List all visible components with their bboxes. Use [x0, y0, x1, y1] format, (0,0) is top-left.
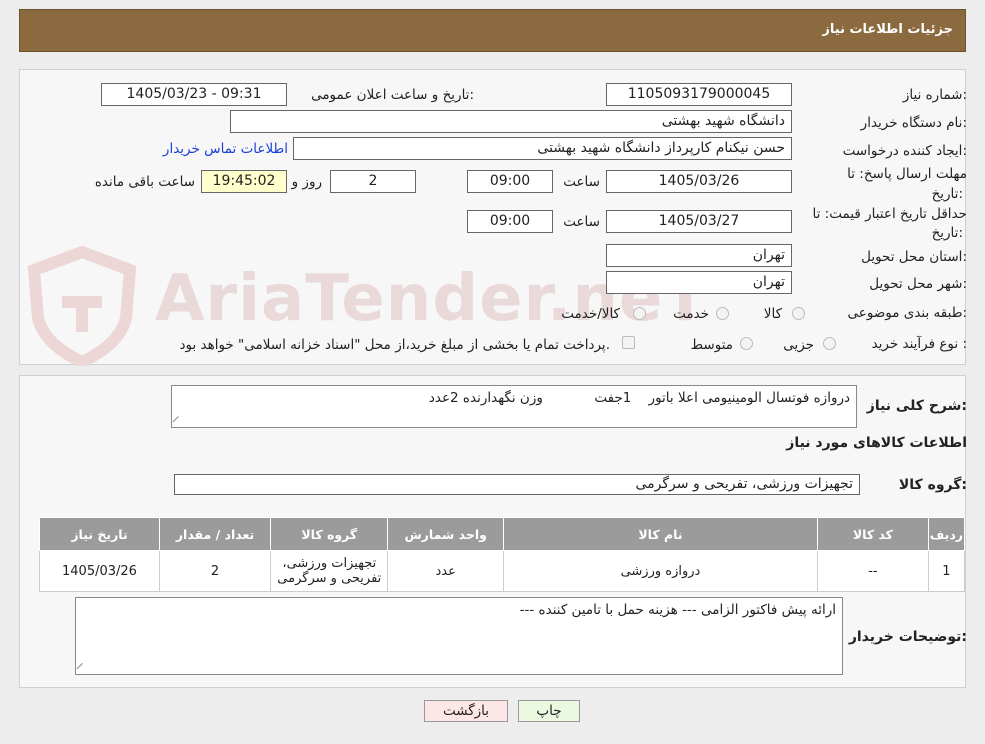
col-need-date: تاریخ نیاز: [39, 517, 160, 551]
watermark-shield-icon: [27, 246, 137, 366]
cell-code: --: [817, 550, 929, 592]
treasury-payment-checkbox[interactable]: [622, 336, 635, 349]
announce-datetime-label: تاریخ و ساعت اعلان عمومی:: [311, 87, 474, 103]
creator-field[interactable]: حسن نیکنام کارپرداز دانشگاه شهید بهشتی: [293, 137, 792, 160]
buyer-notes-text: ارائه پیش فاکتور الزامی --- هزینه حمل با…: [519, 602, 836, 618]
summary-label: شرح کلی نیاز:: [866, 398, 967, 414]
price-validity-time-label: ساعت: [563, 214, 600, 230]
cell-name: دروازه ورزشی: [502, 550, 819, 592]
category-goods-service-label: کالا/خدمت: [561, 306, 620, 322]
goods-info-title: اطلاعات کالاهای مورد نیاز: [786, 435, 967, 451]
process-medium-label: متوسط: [690, 337, 733, 353]
summary-textarea[interactable]: دروازه فوتسال الومینیومی اعلا باتور 1جفت…: [171, 385, 857, 429]
creator-label: ایجاد کننده درخواست:: [842, 143, 967, 159]
price-validity-label-2: تاریخ:: [931, 225, 963, 241]
days-label: روز و: [291, 174, 322, 190]
need-number-field[interactable]: 1105093179000045: [606, 83, 792, 106]
reply-time-field[interactable]: 09:00: [467, 170, 553, 193]
days-remaining-field[interactable]: 2: [330, 170, 416, 193]
process-medium-radio[interactable]: [740, 337, 753, 350]
process-minor-radio[interactable]: [823, 337, 836, 350]
goods-group-field[interactable]: تجهیزات ورزشی، تفریحی و سرگرمی: [174, 474, 860, 495]
cell-unit: عدد: [387, 550, 504, 592]
resize-handle-icon[interactable]: [76, 662, 89, 676]
col-unit: واحد شمارش: [387, 517, 504, 551]
need-number-label: شماره نیاز:: [902, 87, 967, 103]
buyer-notes-label: توضیحات خریدار:: [848, 629, 967, 645]
col-row: ردیف: [927, 517, 966, 551]
buyer-contact-link[interactable]: اطلاعات تماس خریدار: [163, 141, 288, 157]
items-table: ردیف کد کالا نام کالا واحد شمارش گروه کا…: [39, 517, 966, 592]
province-label: استان محل تحویل:: [861, 249, 967, 265]
col-code: کد کالا: [817, 517, 929, 551]
province-field[interactable]: تهران: [606, 244, 792, 267]
category-label: طبقه بندی موضوعی:: [847, 305, 967, 321]
col-name: نام کالا: [502, 517, 819, 551]
reply-deadline-label: مهلت ارسال پاسخ: تا: [847, 166, 967, 182]
cell-need-date: 1405/03/26: [39, 550, 160, 592]
reply-deadline-label-2: تاریخ:: [931, 186, 963, 202]
treasury-payment-note: پرداخت تمام یا بخشی از مبلغ خرید،از محل …: [179, 337, 610, 353]
table-header-row: ردیف کد کالا نام کالا واحد شمارش گروه کا…: [39, 517, 966, 551]
col-quantity: تعداد / مقدار: [158, 517, 272, 551]
category-goods-service-radio[interactable]: [633, 307, 646, 320]
remaining-time-label: ساعت باقی مانده: [94, 174, 195, 190]
category-goods-radio[interactable]: [792, 307, 805, 320]
buyer-notes-textarea[interactable]: ارائه پیش فاکتور الزامی --- هزینه حمل با…: [75, 597, 843, 676]
cell-row: 1: [927, 550, 966, 592]
buyer-org-field[interactable]: دانشگاه شهید بهشتی: [230, 110, 792, 133]
price-validity-time-field[interactable]: 09:00: [467, 210, 553, 233]
print-button[interactable]: چاپ: [518, 700, 580, 722]
resize-handle-icon[interactable]: [172, 415, 185, 429]
category-service-label: خدمت: [673, 306, 709, 322]
city-field[interactable]: تهران: [606, 271, 792, 294]
reply-time-label: ساعت: [563, 174, 600, 190]
col-group: گروه کالا: [270, 517, 389, 551]
back-button[interactable]: بازگشت: [424, 700, 508, 722]
summary-text: دروازه فوتسال الومینیومی اعلا باتور 1جفت…: [428, 390, 850, 406]
buyer-org-label: نام دستگاه خریدار:: [860, 115, 967, 131]
category-goods-label: کالا: [763, 306, 782, 322]
announce-datetime-field[interactable]: 1405/03/23 - 09:31: [101, 83, 287, 106]
price-validity-label: حداقل تاریخ اعتبار قیمت: تا: [812, 206, 967, 222]
city-label: شهر محل تحویل:: [869, 276, 967, 292]
page-title: جزئیات اطلاعات نیاز: [822, 22, 953, 37]
category-service-radio[interactable]: [716, 307, 729, 320]
remaining-time-field: 19:45:02: [201, 170, 287, 193]
goods-group-label: گروه کالا:: [898, 477, 967, 493]
reply-date-field[interactable]: 1405/03/26: [606, 170, 792, 193]
cell-quantity: 2: [158, 550, 272, 592]
page-header: جزئیات اطلاعات نیاز: [19, 9, 966, 52]
cell-group: تجهیزات ورزشی، تفریحی و سرگرمی: [270, 550, 389, 592]
table-row[interactable]: 1 -- دروازه ورزشی عدد تجهیزات ورزشی، تفر…: [39, 550, 966, 592]
process-minor-label: جزیی: [783, 337, 814, 353]
price-validity-date-field[interactable]: 1405/03/27: [606, 210, 792, 233]
process-type-label: نوع فرآیند خرید :: [871, 336, 967, 352]
